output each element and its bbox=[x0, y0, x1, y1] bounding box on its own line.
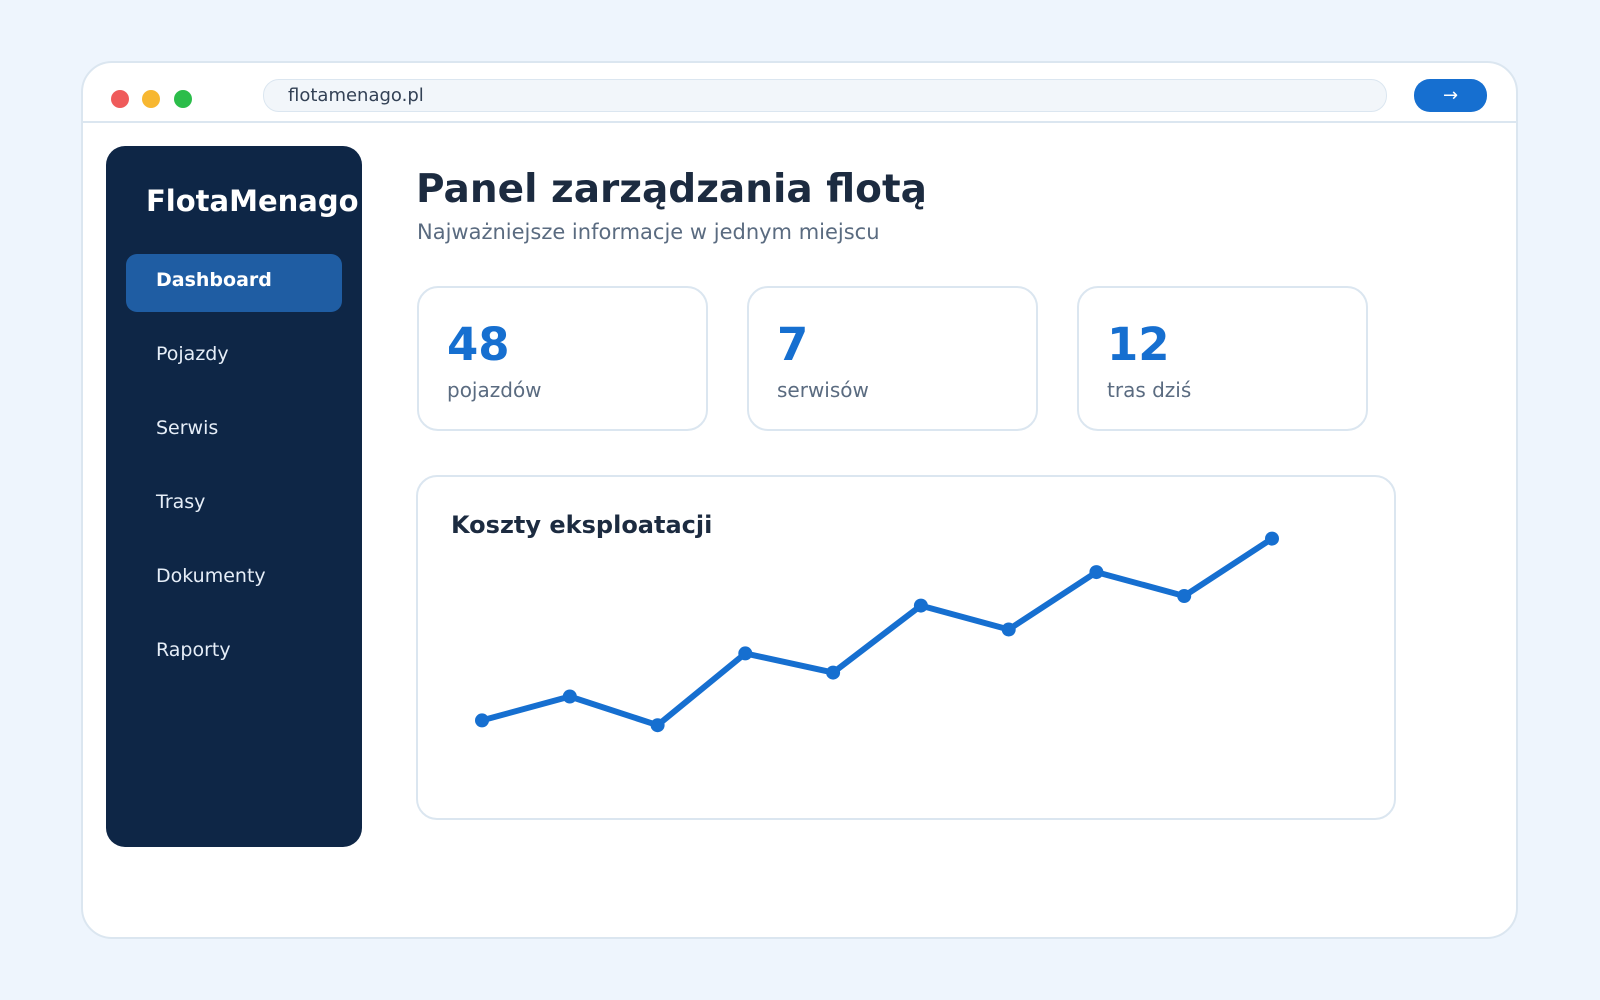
stat-label: pojazdów bbox=[447, 378, 542, 402]
data-point-4 bbox=[738, 646, 753, 661]
stat-card-services: 7 serwisów bbox=[747, 286, 1038, 431]
minimize-dot-icon[interactable] bbox=[142, 90, 160, 108]
sidebar-item-dashboard[interactable]: Dashboard bbox=[126, 254, 342, 312]
page-title: Panel zarządzania flotą bbox=[416, 167, 927, 212]
data-point-1 bbox=[475, 713, 489, 728]
data-point-3 bbox=[650, 718, 665, 733]
series-line bbox=[479, 535, 1275, 729]
maximize-dot-icon[interactable] bbox=[174, 90, 192, 108]
brand-logo: FlotaMenago bbox=[146, 184, 359, 218]
address-bar[interactable]: flotamenago.pl bbox=[263, 79, 1387, 112]
stat-label: serwisów bbox=[777, 378, 869, 402]
stat-value: 7 bbox=[777, 318, 809, 371]
close-dot-icon[interactable] bbox=[111, 90, 129, 108]
stat-value: 48 bbox=[447, 318, 510, 371]
data-point-9 bbox=[1177, 589, 1192, 603]
sidebar-item-trasy[interactable]: Trasy bbox=[126, 476, 342, 534]
sidebar-item-dokumenty[interactable]: Dokumenty bbox=[126, 550, 342, 608]
stat-label: tras dziś bbox=[1107, 378, 1192, 402]
data-point-5 bbox=[826, 665, 841, 680]
data-point-2 bbox=[562, 689, 577, 704]
stat-card-vehicles: 48 pojazdów bbox=[417, 286, 708, 431]
sidebar-item-pojazdy[interactable]: Pojazdy bbox=[126, 328, 342, 386]
data-point-8 bbox=[1089, 565, 1104, 580]
go-button[interactable]: → bbox=[1414, 79, 1487, 112]
browser-toolbar: flotamenago.pl → bbox=[83, 63, 1516, 123]
sidebar: FlotaMenago Dashboard Pojazdy Serwis Tra… bbox=[106, 146, 362, 847]
data-point-6 bbox=[913, 598, 928, 613]
cost-line-chart bbox=[475, 531, 1279, 733]
sidebar-item-serwis[interactable]: Serwis bbox=[126, 402, 342, 460]
sidebar-item-raporty[interactable]: Raporty bbox=[126, 624, 342, 682]
data-point-10 bbox=[1265, 531, 1279, 546]
stat-card-routes: 12 tras dziś bbox=[1077, 286, 1368, 431]
stat-value: 12 bbox=[1107, 318, 1170, 371]
data-point-7 bbox=[1001, 622, 1016, 637]
chart-card: Koszty eksploatacji bbox=[416, 475, 1396, 820]
browser-window: flotamenago.pl → FlotaMenago Dashboard P… bbox=[81, 61, 1518, 939]
page-subtitle: Najważniejsze informacje w jednym miejsc… bbox=[417, 220, 880, 244]
